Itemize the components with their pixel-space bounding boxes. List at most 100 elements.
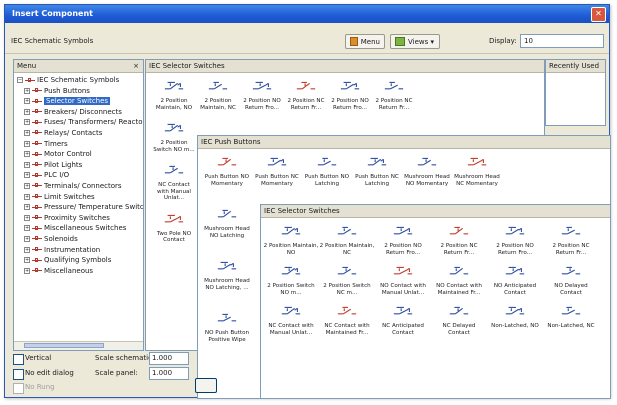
tree-horizontal-scrollbar[interactable]: [14, 341, 143, 350]
symbol-tile[interactable]: 2 Position NC Return Fr...: [543, 224, 599, 256]
expand-icon[interactable]: +: [24, 214, 30, 221]
expand-icon[interactable]: +: [24, 204, 30, 211]
display-count-input[interactable]: 10: [520, 34, 604, 48]
scale-panel-input[interactable]: 1.000: [149, 367, 189, 380]
symbol-tile[interactable]: 2 Position Maintain, NO: [152, 79, 196, 111]
tree-item[interactable]: + Qualifying Symbols: [14, 255, 143, 266]
expand-icon[interactable]: +: [24, 172, 30, 179]
tree-item[interactable]: + Terminals/ Connectors: [14, 181, 143, 192]
menu-panel-close[interactable]: ×: [133, 60, 139, 72]
library-name: IEC Schematic Symbols: [11, 37, 94, 45]
symbol-tile[interactable]: Mushroom Head NO Latching: [202, 207, 252, 239]
symbol-tile[interactable]: 2 Position Maintain, NC: [319, 224, 375, 256]
views-button[interactable]: Views ▾: [390, 34, 440, 49]
symbol-tile[interactable]: 2 Position Maintain, NO: [263, 224, 319, 256]
symbol-tile[interactable]: Mushroom Head NO Latching, ...: [202, 259, 252, 291]
expand-icon[interactable]: +: [24, 225, 30, 232]
symbol-tile[interactable]: Non-Latched, NO: [487, 304, 543, 336]
title-bar[interactable]: Insert Component ✕: [5, 5, 609, 23]
expand-icon[interactable]: +: [24, 193, 30, 200]
scrollbar-thumb[interactable]: [24, 343, 104, 348]
symbol-tile[interactable]: 2 Position NO Return Fro...: [375, 224, 431, 256]
symbol-tile[interactable]: Non-Latched, NC: [543, 304, 599, 336]
vertical-checkbox[interactable]: [13, 354, 24, 365]
tree-item[interactable]: + Pressure/ Temperature Switches: [14, 202, 143, 213]
tree-item[interactable]: + Miscellaneous Switches: [14, 223, 143, 234]
no-edit-dialog-checkbox[interactable]: [13, 369, 24, 380]
symbol-tile[interactable]: NO Contact with Manual Unlat...: [375, 264, 431, 296]
expand-icon[interactable]: +: [24, 140, 30, 147]
expand-icon[interactable]: +: [24, 257, 30, 264]
symbol-tile[interactable]: NC Delayed Contact: [431, 304, 487, 336]
expand-icon[interactable]: +: [24, 119, 30, 126]
tree-item[interactable]: + Proximity Switches: [14, 213, 143, 224]
symbol-tile[interactable]: 2 Position NO Return Fro...: [328, 79, 372, 111]
symbol-tile[interactable]: Push Button NO Latching: [302, 155, 352, 187]
symbol-tile[interactable]: 2 Position NO Return Fro...: [487, 224, 543, 256]
library-toolbar: IEC Schematic Symbols Menu Views ▾ Displ…: [5, 23, 609, 54]
symbol-tile[interactable]: NC Anticipated Contact: [375, 304, 431, 336]
symbol-label: NC Delayed Contact: [442, 323, 476, 336]
tree-item[interactable]: + Motor Control: [14, 149, 143, 160]
tree-root[interactable]: − IEC Schematic Symbols: [14, 75, 143, 86]
symbol-tile[interactable]: NC Contact with Manual Unlat...: [152, 163, 196, 202]
tree-item[interactable]: + Relays/ Contacts: [14, 128, 143, 139]
tree-item[interactable]: + Limit Switches: [14, 192, 143, 203]
symbol-tile[interactable]: 2 Position Maintain, NC: [196, 79, 240, 111]
expand-icon[interactable]: +: [24, 151, 30, 158]
symbol-tile[interactable]: Mushroom Head NO Momentary: [402, 155, 452, 187]
tree-item[interactable]: + Pilot Lights: [14, 160, 143, 171]
symbol-tile[interactable]: 2 Position NC Return Fr...: [431, 224, 487, 256]
expand-icon[interactable]: +: [24, 129, 30, 136]
tree-item[interactable]: + Selector Switches: [14, 96, 143, 107]
category-icon: [32, 247, 42, 252]
symbol-tile[interactable]: NO Push Button Positive Wipe: [202, 311, 252, 343]
symbol-tile[interactable]: 2 Position NO Return Fro...: [240, 79, 284, 111]
symbol-tile[interactable]: Mushroom Head NC Momentary: [452, 155, 502, 187]
close-button[interactable]: ✕: [591, 7, 606, 22]
expand-icon[interactable]: +: [24, 246, 30, 253]
tree-item[interactable]: + Instrumentation: [14, 245, 143, 256]
expand-icon[interactable]: +: [24, 267, 30, 274]
schematic-symbol-icon: [561, 306, 581, 315]
symbol-tile[interactable]: 2 Position NC Return Fr...: [372, 79, 416, 111]
symbol-tile[interactable]: 2 Position NC Return Fr...: [284, 79, 328, 111]
expand-icon[interactable]: +: [24, 98, 30, 105]
menu-button[interactable]: Menu: [345, 34, 385, 49]
symbol-tile[interactable]: 2 Position Switch NC m...: [319, 264, 375, 296]
tree-item[interactable]: + Breakers/ Disconnects: [14, 107, 143, 118]
expand-icon[interactable]: +: [24, 87, 30, 94]
symbol-tile[interactable]: NO Delayed Contact: [543, 264, 599, 296]
expand-icon[interactable]: +: [24, 161, 30, 168]
symbol-tile[interactable]: NO Anticipated Contact: [487, 264, 543, 296]
symbol-tile[interactable]: Push Button NC Momentary: [252, 155, 302, 187]
schematic-symbol-icon: [449, 306, 469, 315]
tree-item[interactable]: + PLC I/O: [14, 170, 143, 181]
symbol-tile[interactable]: Push Button NC Latching: [352, 155, 402, 187]
symbol-tile[interactable]: 2 Position Switch NO m...: [263, 264, 319, 296]
symbol-tile[interactable]: NC Contact with Maintained Fr...: [319, 304, 375, 336]
menu-tree: − IEC Schematic Symbols + Push Buttons + Sel…: [14, 73, 143, 276]
symbol-tile[interactable]: NC Contact with Manual Unlat...: [263, 304, 319, 336]
symbol-tile[interactable]: NO Contact with Maintained Fr...: [431, 264, 487, 296]
symbol-label: 2 Position Maintain, NC: [319, 243, 375, 256]
collapse-icon[interactable]: −: [17, 77, 23, 83]
scale-schematic-input[interactable]: 1.000: [149, 352, 189, 365]
menu-button-label: Menu: [360, 37, 380, 46]
expand-icon[interactable]: +: [24, 182, 30, 189]
tree-item[interactable]: + Push Buttons: [14, 86, 143, 97]
symbol-tile[interactable]: Push Button NO Momentary: [202, 155, 252, 187]
symbol-tile[interactable]: Two Pole NO Contact: [152, 212, 196, 244]
tree-item[interactable]: + Fuses/ Transformers/ Reactors: [14, 117, 143, 128]
symbol-label: 2 Position Switch NO m...: [153, 140, 195, 153]
expand-icon[interactable]: +: [24, 108, 30, 115]
symbol-label: Mushroom Head NC Momentary: [454, 174, 500, 187]
dialog-button[interactable]: [195, 378, 217, 393]
symbol-tile[interactable]: 2 Position Switch NO m...: [152, 121, 196, 153]
expand-icon[interactable]: +: [24, 235, 30, 242]
schematic-symbol-icon: [505, 266, 525, 275]
tree-item[interactable]: + Solenoids: [14, 234, 143, 245]
tree-item[interactable]: + Miscellaneous: [14, 266, 143, 277]
symbol-label: Mushroom Head NO Latching: [204, 226, 250, 239]
tree-item[interactable]: + Timers: [14, 139, 143, 150]
